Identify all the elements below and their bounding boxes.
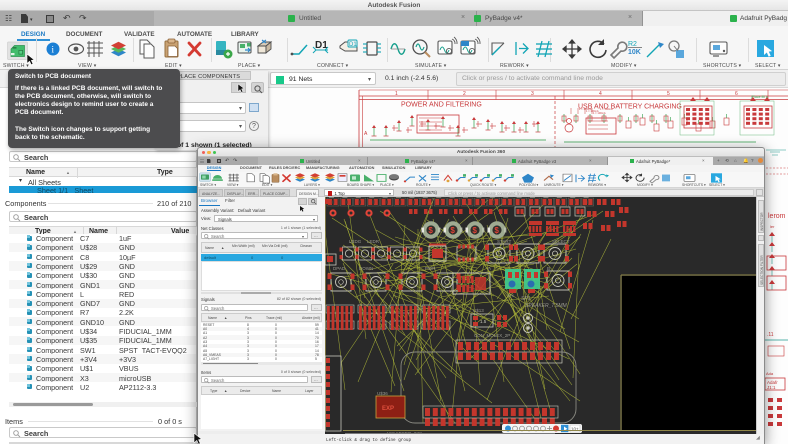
svg-text:START: START <box>497 239 512 244</box>
svg-text:.11: .11 <box>767 332 774 338</box>
svg-text:POWER AND FILTERING: POWER AND FILTERING <box>401 102 482 109</box>
svg-text:EXP: EXP <box>382 406 394 412</box>
svg-text:1: 1 <box>395 91 398 97</box>
svg-text:$: $ <box>494 226 499 235</box>
svg-text:LEDG: LEDG <box>349 239 362 244</box>
svg-text:6: 6 <box>735 91 738 97</box>
svg-text:SPK: SPK <box>507 294 515 298</box>
svg-text:4: 4 <box>599 91 602 97</box>
svg-text:1 = 100mA: 1 = 100mA <box>593 111 606 115</box>
svg-text:1.5: 1.5 <box>480 319 487 324</box>
svg-text:U$36: U$36 <box>377 391 388 396</box>
svg-text:$: $ <box>472 226 477 235</box>
svg-text:10K: 10K <box>628 49 641 56</box>
svg-text:SPEAKER_7.5MM: SPEAKER_7.5MM <box>525 303 568 309</box>
svg-text:B: B <box>547 266 550 271</box>
svg-text:ler: ler <box>770 224 775 229</box>
svg-text:CON_MOLEX_2P: CON_MOLEX_2P <box>474 333 510 338</box>
svg-text:J1:1: J1:1 <box>767 385 776 390</box>
svg-text:PWR: PWR <box>425 266 436 271</box>
svg-text:DPAD: DPAD <box>333 266 346 271</box>
svg-text:R2: R2 <box>628 41 637 48</box>
svg-text:D1: D1 <box>349 42 357 48</box>
svg-text:2: 2 <box>463 91 466 97</box>
svg-text:$: $ <box>450 226 455 235</box>
svg-text:A: A <box>488 266 491 271</box>
svg-text:3: 3 <box>531 91 534 97</box>
svg-text:$: $ <box>428 226 433 235</box>
svg-text:SELECT: SELECT <box>552 239 570 244</box>
svg-text:lerom: lerom <box>768 213 786 220</box>
svg-text:LEDR: LEDR <box>367 239 380 244</box>
svg-text:jPlace fill a: jPlace fill a <box>750 95 768 99</box>
svg-text:1 = 100mA: 1 = 100mA <box>600 107 613 111</box>
svg-text:Ada: Ada <box>766 371 774 376</box>
svg-text:DOWN: DOWN <box>359 266 373 271</box>
svg-text:SP1: SP1 <box>521 296 531 302</box>
svg-text:U$13: U$13 <box>473 308 484 313</box>
svg-text:5: 5 <box>667 91 670 97</box>
